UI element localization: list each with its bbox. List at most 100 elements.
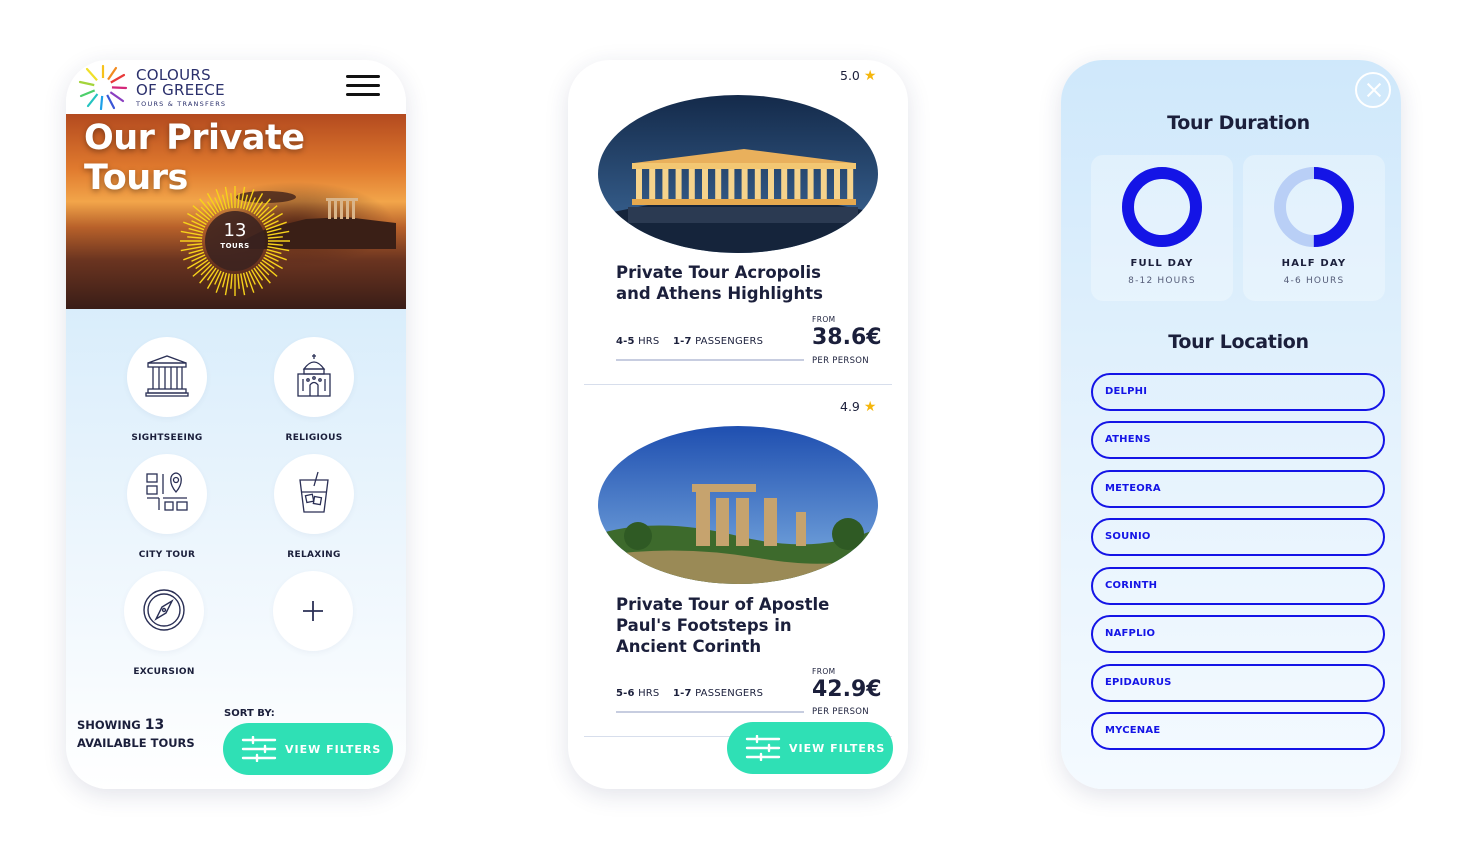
per-person-label: PER PERSON (812, 356, 869, 366)
full-day-ring-icon (1122, 167, 1202, 247)
results-count: SHOWING 13 AVAILABLE TOURS (77, 716, 195, 752)
duration-hours: 4-6 HOURS (1283, 276, 1345, 286)
temple-column (675, 169, 682, 199)
tour-title[interactable]: Private Tour Acropolis and Athens Highli… (616, 262, 846, 304)
temple-column (820, 169, 827, 199)
temple-column (754, 169, 761, 199)
sun-ray (183, 251, 205, 261)
duration-option-half-day[interactable]: HALF DAY 4-6 HOURS (1243, 155, 1385, 301)
location-option-meteora[interactable]: METEORA (1091, 470, 1385, 508)
location-option-corinth[interactable]: CORINTH (1091, 567, 1385, 605)
sun-ray (265, 251, 287, 261)
sun-ray (253, 201, 264, 215)
city-map-icon (146, 472, 188, 511)
tour-price: 38.6€ (812, 325, 882, 350)
tour-count-badge: 13 TOURS (178, 184, 292, 298)
duration-name: FULL DAY (1130, 258, 1194, 269)
plus-icon (303, 601, 323, 621)
category-excursion[interactable]: EXCURSION (104, 571, 224, 677)
view-filters-button[interactable]: VIEW FILTERS (727, 722, 893, 774)
corinth-image (598, 426, 878, 584)
duration-hours: 8-12 HOURS (1128, 276, 1196, 286)
view-filters-button[interactable]: VIEW FILTERS (223, 723, 393, 775)
temple-column (794, 169, 801, 199)
temple-column (741, 169, 748, 199)
sun-ray (215, 271, 225, 293)
category-label: EXCURSION (133, 667, 195, 677)
menu-icon[interactable] (346, 75, 382, 97)
logo-burst-icon (78, 64, 128, 110)
showing-prefix: SHOWING (77, 718, 141, 732)
temple-column (807, 169, 814, 199)
duration-title: Tour Duration (1167, 112, 1310, 134)
sliders-icon (745, 735, 781, 761)
sun-ray (206, 267, 217, 281)
brand-name-line2: OF GREECE (136, 81, 225, 99)
meta-underline (616, 359, 804, 361)
tour-rating: 5.0 ★ (840, 68, 876, 84)
passengers-unit: PASSENGERS (695, 336, 764, 347)
category-sightseeing[interactable]: SIGHTSEEING (107, 337, 227, 443)
drink-icon (299, 471, 329, 513)
location-title: Tour Location (1168, 331, 1309, 353)
temple-column (636, 169, 642, 199)
tour-meta: 5-6 HRS 1-7 PASSENGERS (616, 688, 763, 699)
passengers-value: 1-7 (673, 336, 692, 347)
location-option-delphi[interactable]: DELPHI (1091, 373, 1385, 411)
location-option-mycenae[interactable]: MYCENAE (1091, 712, 1385, 750)
rating-value: 5.0 (840, 68, 860, 83)
location-option-sounio[interactable]: SOUNIO (1091, 518, 1385, 556)
category-religious[interactable]: RELIGIOUS (254, 337, 374, 443)
passengers-unit: PASSENGERS (695, 688, 764, 699)
tour-count-label: TOURS (220, 242, 250, 250)
location-option-nafplio[interactable]: NAFPLIO (1091, 615, 1385, 653)
tour-title[interactable]: Private Tour of Apostle Paul's Footsteps… (616, 594, 846, 657)
duration-option-full-day[interactable]: FULL DAY 8-12 HOURS (1091, 155, 1233, 301)
tour-image-corinth[interactable] (598, 426, 878, 584)
acropolis-image (598, 95, 878, 253)
location-option-epidaurus[interactable]: EPIDAURUS (1091, 664, 1385, 702)
temple-icon (145, 355, 189, 397)
location-option-athens[interactable]: ATHENS (1091, 421, 1385, 459)
category-more[interactable] (253, 571, 373, 651)
category-label: RELIGIOUS (285, 433, 343, 443)
temple-column (688, 169, 695, 199)
sun-ray (245, 271, 255, 293)
app-header: COLOURS OF GREECE TOURS & TRANSFERS (66, 60, 406, 114)
duration-value: 5-6 (616, 688, 635, 699)
temple-column (768, 169, 774, 199)
duration-name: HALF DAY (1281, 258, 1347, 269)
sun-ray (245, 189, 255, 211)
temple-column (847, 169, 854, 199)
star-icon: ★ (863, 68, 877, 84)
tours-list-screen: COLOURS OF GREECE TOURS & TRANSFERS Our … (66, 60, 406, 789)
sun-burst-icon (180, 186, 290, 296)
per-person-label: PER PERSON (812, 707, 869, 717)
duration-unit: HRS (638, 336, 660, 347)
sort-by-label[interactable]: SORT BY: (224, 708, 275, 719)
brand-tagline: TOURS & TRANSFERS (136, 100, 227, 108)
temple-column (781, 169, 788, 199)
sun-ray (206, 201, 217, 215)
close-icon[interactable] (1355, 72, 1391, 108)
church-icon (297, 354, 331, 397)
sun-ray (230, 193, 233, 209)
category-relaxing[interactable]: RELAXING (254, 454, 374, 560)
star-icon: ★ (863, 399, 877, 415)
sun-ray (261, 259, 275, 270)
tour-price: 42.9€ (812, 677, 882, 702)
tour-meta: 4-5 HRS 1-7 PASSENGERS (616, 336, 763, 347)
temple-column (662, 169, 669, 199)
tour-rating: 4.9 ★ (840, 399, 876, 415)
sun-ray (215, 189, 225, 211)
filters-screen: Tour Duration FULL DAY 8-12 HOURS HALF D… (1061, 60, 1401, 789)
view-filters-label: VIEW FILTERS (285, 742, 382, 756)
duration-value: 4-5 (616, 336, 635, 347)
category-city-tour[interactable]: CITY TOUR (107, 454, 227, 560)
from-label: FROM (812, 667, 836, 676)
brand-logo[interactable]: COLOURS OF GREECE TOURS & TRANSFERS (136, 68, 227, 109)
meta-underline (616, 711, 804, 713)
tour-image-acropolis[interactable] (598, 95, 878, 253)
view-filters-label: VIEW FILTERS (789, 741, 886, 755)
sun-ray (237, 193, 240, 209)
